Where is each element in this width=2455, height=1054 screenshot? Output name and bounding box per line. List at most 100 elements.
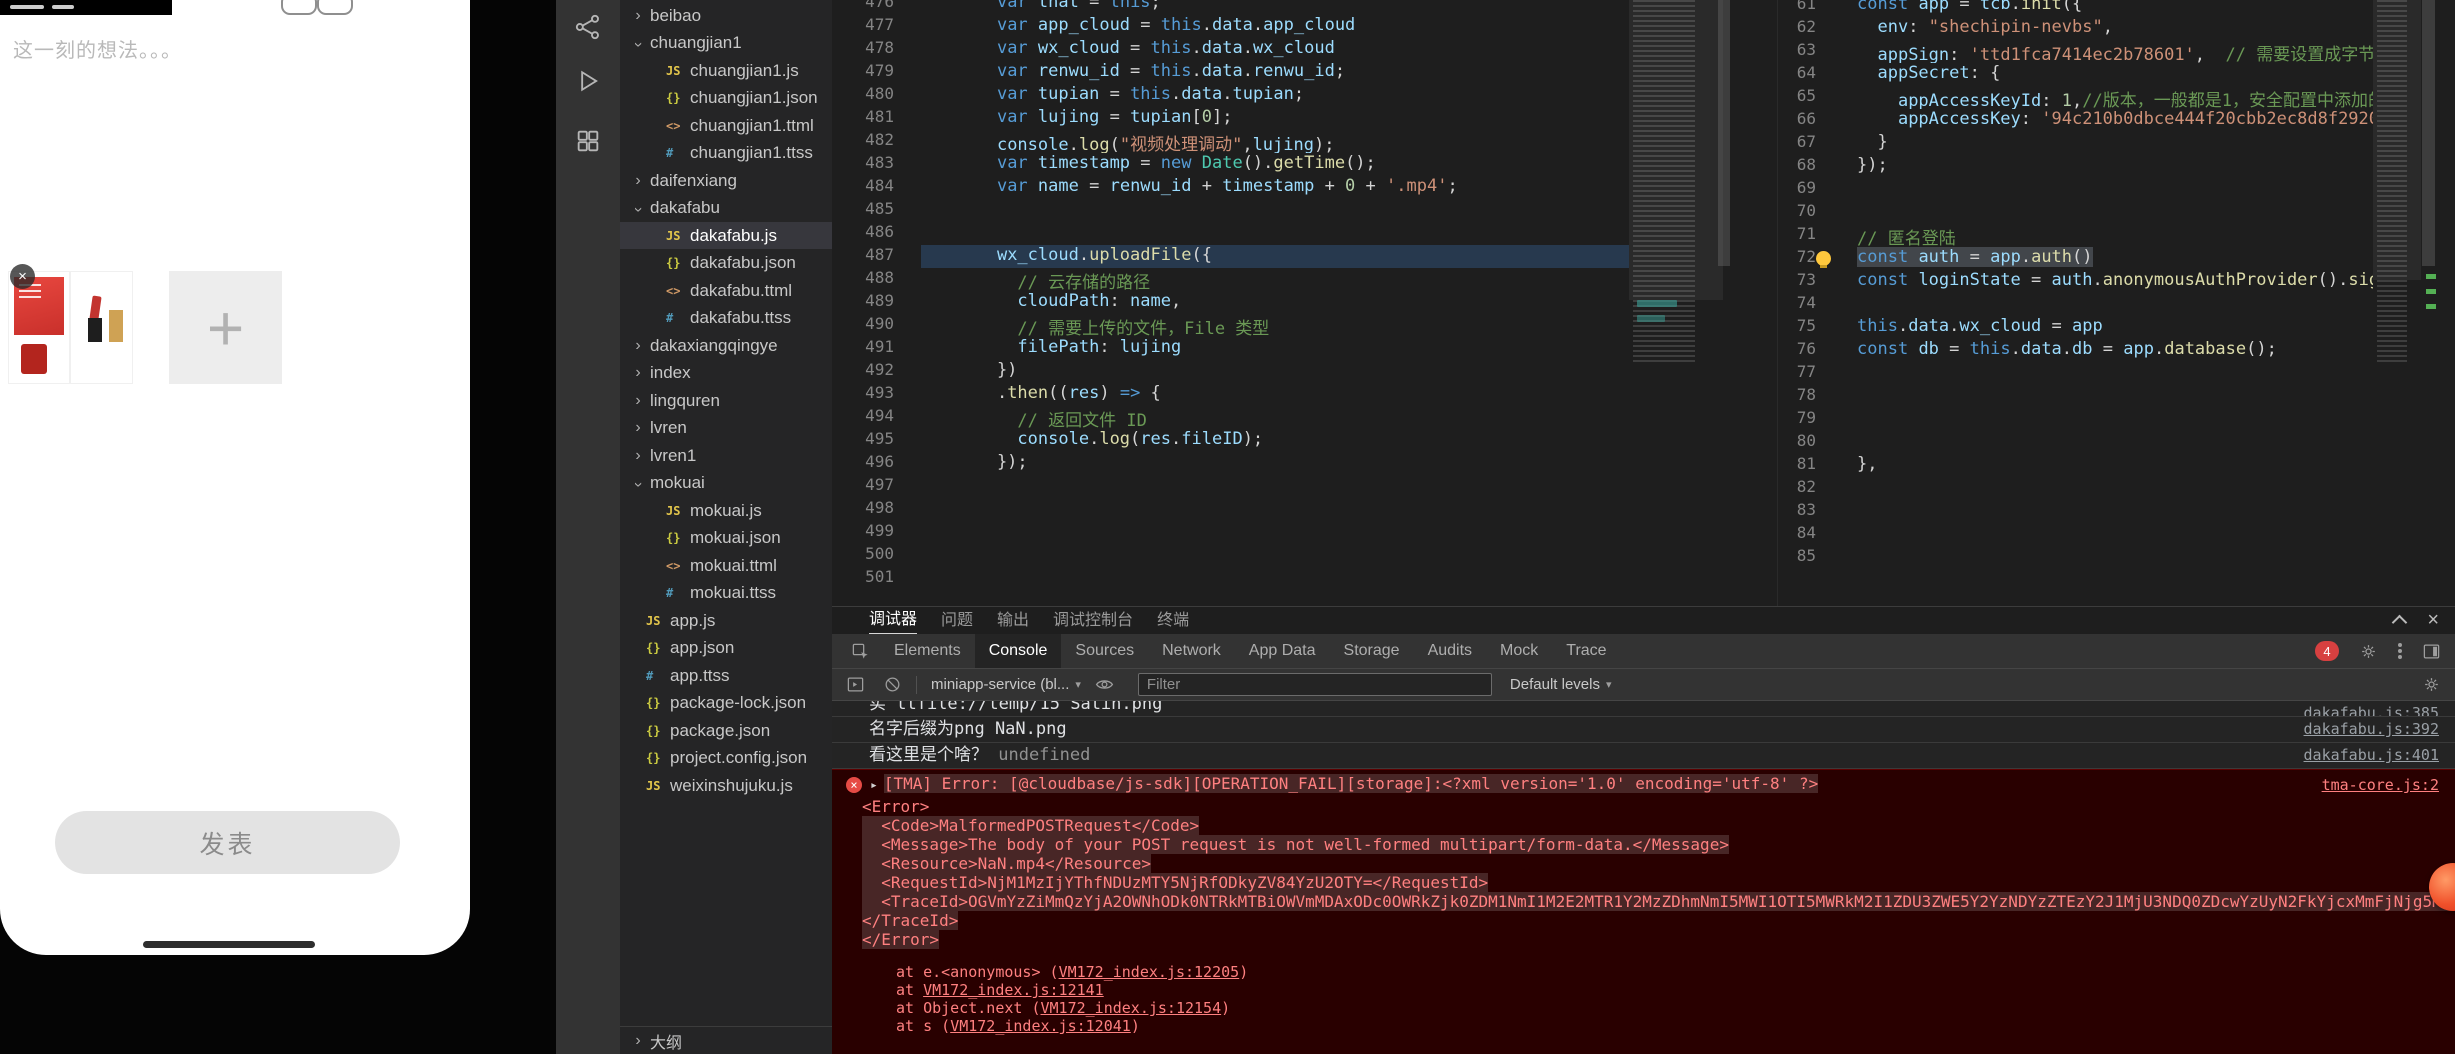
code-line-74[interactable] <box>1839 293 2373 316</box>
tree-item-dakafabu[interactable]: › dakafabu <box>620 195 832 222</box>
code-line-65[interactable]: appAccessKeyId: 1,//版本，一般都是1，安全配置中添加的 <box>1839 86 2373 109</box>
code-line-497[interactable] <box>921 475 1629 498</box>
tree-item-chuangjian1.ttss[interactable]: # chuangjian1.ttss <box>620 140 832 167</box>
thought-input[interactable]: 这一刻的想法。。。 <box>13 34 182 63</box>
devtools-tab-app-data[interactable]: App Data <box>1235 634 1330 668</box>
kebab-menu-icon[interactable] <box>2398 649 2402 653</box>
code-line-72[interactable]: const auth = app.auth() <box>1839 247 2373 270</box>
code-line-484[interactable]: var name = renwu_id + timestamp + 0 + '.… <box>921 176 1629 199</box>
code-line-479[interactable]: var renwu_id = this.data.renwu_id; <box>921 61 1629 84</box>
console-error-block[interactable]: × ▸ [TMA] Error: [@cloudbase/js-sdk][OPERA… <box>832 769 2455 1054</box>
devtools-tab-audits[interactable]: Audits <box>1414 634 1486 668</box>
code-line-482[interactable]: console.log("视频处理调动",lujing); <box>921 130 1629 153</box>
minimap[interactable] <box>1629 0 1723 606</box>
code-line-61[interactable]: const app = tcb.init({ <box>1839 0 2373 17</box>
code-line-478[interactable]: var wx_cloud = this.data.wx_cloud <box>921 38 1629 61</box>
code-line-492[interactable]: }) <box>921 360 1629 383</box>
code-line-487[interactable]: wx_cloud.uploadFile({ <box>921 245 1629 268</box>
tree-item-lingquren[interactable]: › lingquren <box>620 387 832 414</box>
minimap[interactable] <box>2373 0 2421 606</box>
code-line-75[interactable]: this.data.wx_cloud = app <box>1839 316 2373 339</box>
panel-tab-终端[interactable]: 终端 <box>1157 608 1189 634</box>
close-panel-icon[interactable]: × <box>2427 607 2439 634</box>
tree-item-mokuai.ttml[interactable]: <> mokuai.ttml <box>620 552 832 579</box>
stack-source-link[interactable]: VM172_index.js:12041 <box>950 1017 1131 1035</box>
gear-icon[interactable] <box>2422 675 2441 694</box>
tree-item-mokuai.js[interactable]: JS mokuai.js <box>620 497 832 524</box>
stack-source-link[interactable]: VM172_index.js:12205 <box>1059 963 1240 981</box>
code-line-486[interactable] <box>921 222 1629 245</box>
tree-item-weixinshujuku.js[interactable]: JS weixinshujuku.js <box>620 772 832 799</box>
console-row[interactable]: 看这里是个啥？ undefined dakafabu.js:401 <box>832 743 2455 769</box>
code-line-76[interactable]: const db = this.data.db = app.database()… <box>1839 339 2373 362</box>
panel-tab-问题[interactable]: 问题 <box>941 608 973 634</box>
code-line-71[interactable]: // 匿名登陆 <box>1839 224 2373 247</box>
console-row[interactable]: 名字后缀为png NaN.png dakafabu.js:392 <box>832 717 2455 743</box>
tree-item-app.json[interactable]: {} app.json <box>620 635 832 662</box>
outline-section[interactable]: › 大纲 <box>620 1026 832 1054</box>
tree-item-index[interactable]: › index <box>620 360 832 387</box>
code-line-490[interactable]: // 需要上传的文件，File 类型 <box>921 314 1629 337</box>
code-line-79[interactable] <box>1839 408 2373 431</box>
error-count-badge[interactable]: 4 <box>2315 641 2339 661</box>
tree-item-chuangjian1.ttml[interactable]: <> chuangjian1.ttml <box>620 112 832 139</box>
code-line-82[interactable] <box>1839 477 2373 500</box>
scrollbar-thumb[interactable] <box>2422 0 2435 266</box>
console-row[interactable]: 实 ttfile://temp/15 Satin.png dakafabu.js:… <box>832 701 2455 717</box>
tree-item-dakafabu.json[interactable]: {} dakafabu.json <box>620 250 832 277</box>
code-line-78[interactable] <box>1839 385 2373 408</box>
delete-image-button[interactable]: × <box>10 264 35 289</box>
devtools-tab-storage[interactable]: Storage <box>1330 634 1414 668</box>
code-line-70[interactable] <box>1839 201 2373 224</box>
code-line-66[interactable]: appAccessKey: '94c210b0dbce444f20cbb2ec8… <box>1839 109 2373 132</box>
code-line-480[interactable]: var tupian = this.data.tupian; <box>921 84 1629 107</box>
code-line-498[interactable] <box>921 498 1629 521</box>
code-line-477[interactable]: var app_cloud = this.data.app_cloud <box>921 15 1629 38</box>
panel-tab-调试器[interactable]: 调试器 <box>869 607 918 634</box>
code-lines[interactable]: var that = this; var app_cloud = this.da… <box>921 0 1629 590</box>
tree-item-dakafabu.js[interactable]: JS dakafabu.js <box>620 222 832 249</box>
code-line-493[interactable]: .then((res) => { <box>921 383 1629 406</box>
devtools-tab-elements[interactable]: Elements <box>880 634 975 668</box>
tree-item-dakaxiangqingye[interactable]: › dakaxiangqingye <box>620 332 832 359</box>
code-line-485[interactable] <box>921 199 1629 222</box>
code-line-500[interactable] <box>921 544 1629 567</box>
code-line-494[interactable]: // 返回文件 ID <box>921 406 1629 429</box>
code-line-81[interactable]: }, <box>1839 454 2373 477</box>
log-levels-select[interactable]: Default levels ▾ <box>1510 676 1612 693</box>
dock-side-icon[interactable] <box>2422 642 2441 661</box>
code-line-68[interactable]: }); <box>1839 155 2373 178</box>
devtools-tab-mock[interactable]: Mock <box>1486 634 1552 668</box>
code-line-491[interactable]: filePath: lujing <box>921 337 1629 360</box>
code-line-84[interactable] <box>1839 523 2373 546</box>
scrollbar-thumb[interactable] <box>1718 0 1730 266</box>
tree-item-dakafabu.ttml[interactable]: <> dakafabu.ttml <box>620 277 832 304</box>
tree-item-app.ttss[interactable]: # app.ttss <box>620 662 832 689</box>
publish-button[interactable]: 发表 <box>55 811 400 874</box>
code-line-483[interactable]: var timestamp = new Date().getTime(); <box>921 153 1629 176</box>
devtools-tab-network[interactable]: Network <box>1148 634 1235 668</box>
console-filter-input[interactable] <box>1137 673 1492 696</box>
grid-icon[interactable] <box>574 127 602 155</box>
image-thumbnail-2[interactable] <box>70 271 133 384</box>
gear-icon[interactable] <box>2359 642 2378 661</box>
chevron-up-icon[interactable] <box>2392 614 2408 630</box>
tree-item-beibao[interactable]: › beibao <box>620 2 832 29</box>
nodes-icon[interactable] <box>574 13 602 41</box>
expand-arrow-icon[interactable]: ▸ <box>870 778 878 793</box>
tree-item-package-lock.json[interactable]: {} package-lock.json <box>620 690 832 717</box>
add-image-button[interactable]: + <box>169 271 282 384</box>
code-line-489[interactable]: cloudPath: name, <box>921 291 1629 314</box>
tree-item-mokuai.json[interactable]: {} mokuai.json <box>620 525 832 552</box>
source-link[interactable]: tma-core.js:2 <box>2322 775 2439 795</box>
capsule-more-button[interactable] <box>281 0 317 15</box>
code-line-481[interactable]: var lujing = tupian[0]; <box>921 107 1629 130</box>
stack-source-link[interactable]: VM172_index.js:12141 <box>923 981 1104 999</box>
code-lines[interactable]: const app = tcb.init({ env: "shechipin-n… <box>1839 0 2373 569</box>
panel-tab-调试控制台[interactable]: 调试控制台 <box>1053 608 1133 634</box>
tree-item-chuangjian1.js[interactable]: JS chuangjian1.js <box>620 57 832 84</box>
source-link[interactable]: dakafabu.js:401 <box>2304 745 2439 766</box>
clear-console-icon[interactable] <box>883 675 902 694</box>
code-line-69[interactable] <box>1839 178 2373 201</box>
stack-source-link[interactable]: VM172_index.js:12154 <box>1041 999 1222 1017</box>
